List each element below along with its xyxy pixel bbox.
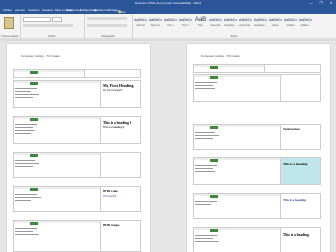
style-subtitle[interactable]: AaBbCc Sous-titre [209, 16, 222, 30]
output-heading: This is a heading [283, 162, 308, 166]
snippet-output: This is a heading 1 This is a heading 2 [100, 117, 140, 143]
paste-icon[interactable] [4, 17, 14, 29]
alignment-buttons[interactable] [87, 24, 127, 27]
snippet-output [264, 65, 320, 72]
output-heading: This is a heading [283, 233, 309, 237]
tab-accueil[interactable]: Accueil [15, 8, 25, 12]
run-button [210, 229, 218, 232]
font-name-select[interactable] [23, 17, 51, 22]
output-text: My first paragraph. [103, 89, 123, 92]
run-button [210, 159, 218, 162]
page-1[interactable]: Computer coding - 7th Grade My First Hea… [7, 44, 150, 252]
run-button [210, 66, 218, 69]
tab-insertion[interactable]: Insertion [28, 8, 40, 12]
output-heading: HTML Links [103, 190, 118, 193]
code-snippet: Nested sections [193, 124, 321, 150]
window-title: Exercice HTML.docx [mode Compatibilité] … [135, 1, 201, 5]
list-buttons[interactable] [87, 17, 127, 20]
output-heading: Nested sections [283, 128, 300, 131]
document-area[interactable]: Computer coding - 7th Grade My First Hea… [0, 41, 336, 252]
group-paragraph: Paragraphe [84, 14, 133, 38]
run-button [30, 222, 38, 225]
tab-fichier[interactable]: Fichier [3, 8, 12, 12]
run-button [30, 118, 38, 121]
code-snippet: My First Heading My first paragraph. [13, 80, 141, 108]
code-snippet: HTML Links This is a link [13, 186, 141, 212]
output-heading: HTML Images [103, 224, 120, 227]
font-format-buttons[interactable] [23, 24, 73, 27]
snippet-output [280, 75, 320, 101]
output-heading: This is a heading [283, 198, 306, 202]
code-snippet: This is a heading [193, 193, 321, 219]
tab-creation[interactable]: Création [42, 8, 53, 12]
ribbon: Presse-papiers Police Paragraphe AaBbCcI… [0, 14, 336, 39]
page-header: Computer coding - 7th Grade [21, 54, 60, 58]
style-intense-emphasis[interactable]: AaBbCcI Emphase... [254, 16, 267, 30]
style-intense-quote[interactable]: AaBbCcI Citation... [299, 16, 312, 30]
code-snippet [193, 64, 321, 73]
group-styles: AaBbCcI Normal AaBbCcI Sans int. AaBbCc Tit… [132, 14, 336, 38]
style-strong[interactable]: AaBbCcI Élevé [269, 16, 282, 30]
snippet-output: HTML Links This is a link [100, 187, 140, 211]
run-button [30, 82, 38, 85]
snippet-output [100, 153, 140, 177]
style-quote[interactable]: AaBbCcI Citation [284, 16, 297, 30]
group-clipboard: Presse-papiers [0, 14, 21, 38]
snippet-output: This is a heading [280, 228, 320, 252]
snippet-output: HTML Images [100, 221, 140, 251]
style-normal[interactable]: AaBbCcI Normal [134, 16, 147, 30]
run-button [210, 126, 218, 129]
code-snippet: This is a heading [193, 227, 321, 252]
tab-affichage[interactable]: Affichage [106, 8, 118, 12]
style-emphasis[interactable]: AaBbCcI Accentuat... [239, 16, 252, 30]
output-text: This is a link [103, 195, 117, 198]
code-snippet: This is a heading 1 This is a heading 2 [13, 116, 141, 144]
snippet-output: Nested sections [280, 125, 320, 149]
code-snippet: HTML Images [13, 220, 141, 252]
code-snippet [13, 152, 141, 178]
run-button [30, 154, 38, 157]
snippet-output: This is a heading [280, 194, 320, 218]
style-heading-2[interactable]: AaBbCc Titre 2 [179, 16, 192, 30]
output-heading: This is a heading 1 [103, 121, 132, 125]
page-header: Computer coding - 7th Grade [201, 54, 240, 58]
style-title[interactable]: AaB Titre [194, 16, 207, 30]
tab-revision[interactable]: Révision [94, 8, 106, 12]
code-snippet: This is a heading [193, 157, 321, 185]
run-button [210, 76, 218, 79]
run-button [30, 71, 38, 74]
run-button [30, 188, 38, 191]
menu-bar: Fichier Accueil Insertion Création Mise … [0, 6, 336, 38]
snippet-output: This is a heading [280, 158, 320, 184]
style-heading-1[interactable]: AaBbCc Titre 1 [164, 16, 177, 30]
style-subtle-emphasis[interactable]: AaBbCcI Emphase... [224, 16, 237, 30]
snippet-output: My First Heading My first paragraph. [100, 81, 140, 107]
code-snippet [193, 74, 321, 102]
group-font: Police [20, 14, 85, 38]
output-text: This is a heading 2 [103, 126, 125, 129]
run-button [210, 195, 218, 198]
page-2[interactable]: Computer coding - 7th Grade Nested secti… [187, 44, 330, 252]
snippet-output [84, 70, 140, 77]
output-heading: My First Heading [103, 83, 134, 88]
style-no-spacing[interactable]: AaBbCcI Sans int. [149, 16, 162, 30]
code-snippet [13, 69, 141, 78]
font-size-select[interactable] [52, 17, 62, 22]
